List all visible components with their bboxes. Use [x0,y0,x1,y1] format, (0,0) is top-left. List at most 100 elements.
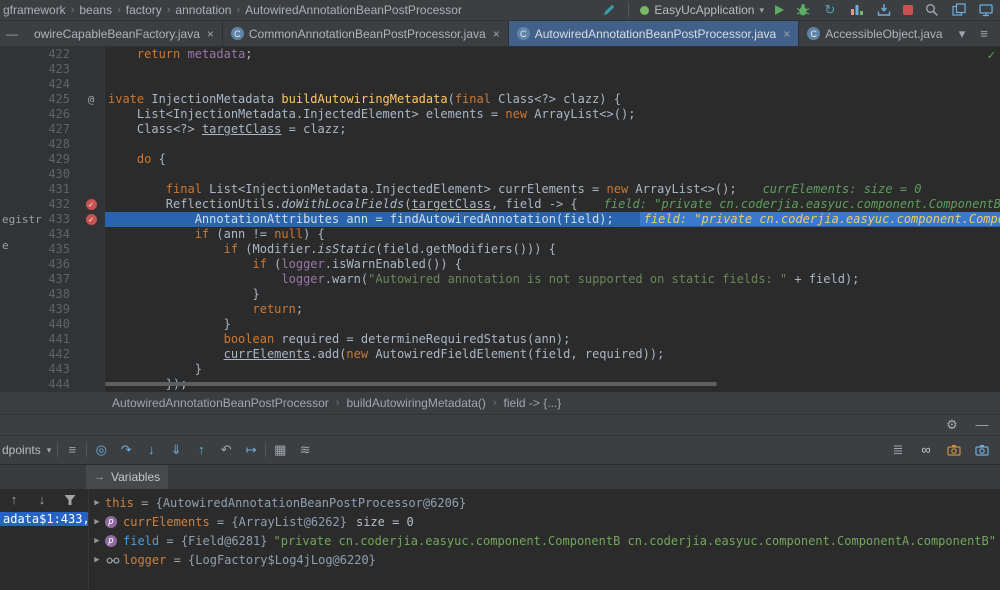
trace-streams-icon[interactable]: ≋ [297,442,313,458]
gutter[interactable] [78,182,105,197]
expand-arrow-icon[interactable]: ▶ [89,555,105,565]
force-step-into-icon[interactable]: ⇓ [168,442,184,458]
code-text[interactable]: AnnotationAttributes ann = findAutowired… [105,212,1000,227]
gutter[interactable] [78,227,105,242]
horizontal-scrollbar[interactable] [105,382,717,386]
code-text[interactable]: ivate InjectionMetadata buildAutowiringM… [105,92,1000,107]
gutter[interactable] [78,287,105,302]
hide-panel-icon[interactable]: — [974,417,990,433]
show-execution-point-icon[interactable]: ◎ [93,442,109,458]
breadcrumb-item[interactable]: field -> {...} [504,396,562,410]
navbar-item-annotation[interactable]: annotation [175,3,231,17]
line-number[interactable]: 434 [0,227,78,242]
expand-arrow-icon[interactable]: ▶ [89,536,105,546]
step-over-icon[interactable]: ↷ [118,442,134,458]
recent-projects-icon[interactable] [951,2,967,18]
frame-down-icon[interactable]: ↓ [34,492,50,508]
close-tab-icon[interactable]: × [207,27,214,41]
gutter[interactable] [78,377,105,392]
expand-arrow-icon[interactable]: ▶ [89,517,105,527]
step-into-icon[interactable]: ↓ [143,442,159,458]
code-text[interactable]: List<InjectionMetadata.InjectedElement> … [105,107,1000,122]
stack-frame-row[interactable]: adata$1:433, [0,512,89,526]
navbar-item-gframework[interactable]: gframework [3,3,66,17]
breakpoint-icon[interactable]: ✓ [86,214,97,225]
code-text[interactable] [105,167,1000,182]
run-to-cursor-icon[interactable]: ↦ [243,442,259,458]
debug-icon[interactable] [795,2,811,18]
line-number[interactable]: 438 [0,287,78,302]
gutter[interactable] [78,152,105,167]
code-text[interactable] [105,137,1000,152]
breadcrumb-item[interactable]: buildAutowiringMetadata() [346,396,485,410]
device-monitor-icon[interactable] [978,2,994,18]
gutter[interactable] [78,242,105,257]
line-number[interactable]: 425 [0,92,78,107]
line-number[interactable]: 437 [0,272,78,287]
line-number[interactable]: 430 [0,167,78,182]
navbar-item-beans[interactable]: beans [79,3,112,17]
breakpoint-icon[interactable]: ✓ [86,199,97,210]
gutter[interactable] [78,317,105,332]
line-number[interactable]: 427 [0,122,78,137]
close-tab-icon[interactable]: × [783,27,790,41]
navbar-item-autowiredannotationbeanpostprocessor[interactable]: AutowiredAnnotationBeanPostProcessor [245,3,462,17]
run-with-coverage-icon[interactable]: ↻ [822,2,838,18]
line-number[interactable]: 429 [0,152,78,167]
line-number[interactable]: 435 [0,242,78,257]
line-number[interactable]: 436 [0,257,78,272]
code-text[interactable]: return; [105,302,1000,317]
gutter[interactable]: ✓ [78,197,105,212]
code-text[interactable]: currElements.add(new AutowiredFieldEleme… [105,347,1000,362]
line-number[interactable]: 422 [0,47,78,62]
filter-icon[interactable] [62,492,78,508]
profiler-icon[interactable] [849,2,865,18]
editor-tab-4[interactable]: CAccessibleObject.java× [799,21,946,46]
code-text[interactable]: if (logger.isWarnEnabled()) { [105,257,1000,272]
line-number[interactable]: 441 [0,332,78,347]
close-tab-icon[interactable]: × [493,27,500,41]
variable-row-field[interactable]: ▶pfield = {Field@6281}"private cn.coderj… [89,531,1000,550]
settings-gear-icon[interactable]: ⚙ [944,417,960,433]
tab-list-chevron-icon[interactable]: ▾ [954,26,970,42]
breadcrumb-item[interactable]: AutowiredAnnotationBeanPostProcessor [112,396,329,410]
editor-tab-3[interactable]: CAutowiredAnnotationBeanPostProcessor.ja… [509,21,800,46]
tabs-menu-icon[interactable]: ≡ [976,26,992,42]
expand-arrow-icon[interactable]: ▶ [89,498,105,508]
line-number[interactable]: 432 [0,197,78,212]
view-options-icon[interactable]: ≡ [64,442,80,458]
editor-tab-2[interactable]: CCommonAnnotationBeanPostProcessor.java× [223,21,509,46]
code-text[interactable]: final List<InjectionMetadata.InjectedEle… [105,182,1000,197]
inspections-ok-icon[interactable]: ✓ [987,49,996,62]
gutter[interactable] [78,62,105,77]
snapshot-camera-icon[interactable] [974,442,990,458]
code-text[interactable]: boolean required = determineRequiredStat… [105,332,1000,347]
gutter[interactable] [78,362,105,377]
gutter[interactable] [78,47,105,62]
layout-settings-icon[interactable]: ≣ [890,442,906,458]
gutter[interactable] [78,347,105,362]
frames-selector[interactable]: dpoints [2,443,41,457]
variable-row-logger[interactable]: ▶logger = {LogFactory$Log4jLog@6220} [89,550,1000,569]
install-update-icon[interactable] [876,2,892,18]
line-number[interactable]: 440 [0,317,78,332]
code-editor[interactable]: 422 return metadata;423424425@ivate Inje… [0,47,1000,392]
navbar-item-factory[interactable]: factory [126,3,162,17]
editor-tab-1[interactable]: owireCapableBeanFactory.java× [26,21,223,46]
gutter[interactable] [78,302,105,317]
code-text[interactable]: if (ann != null) { [105,227,1000,242]
code-text[interactable]: ReflectionUtils.doWithLocalFields(target… [105,197,1000,212]
run-icon[interactable] [775,5,784,15]
gutter[interactable] [78,332,105,347]
code-text[interactable]: if (Modifier.isStatic(field.getModifiers… [105,242,1000,257]
step-out-icon[interactable]: ↑ [193,442,209,458]
gutter[interactable] [78,122,105,137]
gutter[interactable]: @ [78,92,105,107]
gutter[interactable] [78,167,105,182]
hide-tool-window-icon[interactable]: — [0,21,26,46]
memory-camera-icon[interactable] [946,442,962,458]
line-number[interactable]: 423 [0,62,78,77]
code-text[interactable] [105,62,1000,77]
line-number[interactable]: 439 [0,302,78,317]
gutter[interactable] [78,272,105,287]
